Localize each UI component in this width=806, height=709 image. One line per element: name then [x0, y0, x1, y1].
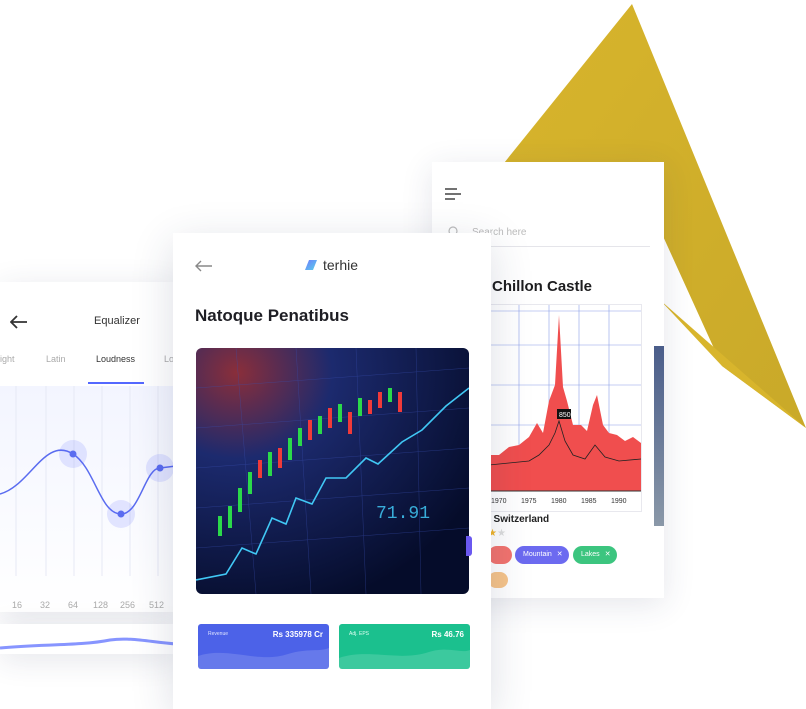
stat-card-revenue[interactable]: Revenue Rs 335978 Cr [198, 624, 329, 669]
freq-32: 32 [40, 600, 51, 610]
xtick-1985: 1985 [581, 498, 597, 505]
side-image [654, 346, 664, 526]
location-text: , Switzerland [488, 514, 550, 525]
tab-loudness[interactable]: Loudness [96, 354, 135, 364]
app-logo-text: terhie [323, 257, 359, 273]
freq-128: 128 [93, 600, 109, 610]
stat-label-eps: Adj. EPS [349, 631, 370, 637]
equalizer-card: Equalizer ight Latin Loudness Lo 16 32 6… [0, 282, 176, 612]
tag-chip-orange[interactable] [488, 572, 508, 588]
equalizer-title: Equalizer [94, 315, 140, 327]
back-arrow-icon[interactable] [195, 260, 213, 272]
tag-lakes[interactable]: Lakes ✕ [573, 546, 617, 564]
stat-card-eps[interactable]: Adj. EPS Rs 46.76 [339, 624, 470, 669]
xtick-1990: 1990 [611, 498, 627, 505]
close-icon[interactable]: ✕ [557, 551, 563, 558]
freq-256: 256 [120, 600, 136, 610]
xtick-1980: 1980 [551, 498, 567, 505]
chart-badge: 850 [559, 412, 571, 419]
tag-chip-red[interactable] [488, 546, 512, 564]
close-icon[interactable]: ✕ [605, 551, 611, 558]
freq-16: 16 [12, 600, 23, 610]
stock-hero-image: 71.91 [196, 348, 469, 594]
tab-latin[interactable]: Latin [46, 354, 66, 364]
tab-light[interactable]: ight [0, 354, 15, 364]
chart-image: 850 1970 1975 1980 1985 1990 [488, 304, 642, 512]
xtick-1975: 1975 [521, 498, 537, 505]
accent-edge [466, 536, 472, 556]
tag-mountain-label: Mountain [523, 551, 552, 558]
freq-512: 512 [149, 600, 165, 610]
freq-64: 64 [68, 600, 79, 610]
menu-icon[interactable] [444, 187, 462, 201]
stat-value-eps: Rs 46.76 [431, 630, 464, 639]
equalizer-card-bottom [0, 624, 176, 654]
tab-underline [88, 382, 144, 384]
place-title: Chillon Castle [492, 278, 593, 295]
tag-mountain[interactable]: Mountain ✕ [515, 546, 569, 564]
stat-value-revenue: Rs 335978 Cr [272, 630, 323, 639]
back-arrow-icon[interactable] [10, 315, 28, 329]
terhie-logo-icon [305, 260, 317, 270]
page-title: Natoque Penatibus [195, 306, 349, 325]
hero-number: 71.91 [376, 504, 430, 524]
equalizer-curve [0, 386, 176, 612]
stat-label-revenue: Revenue [208, 631, 229, 637]
main-card: terhie Natoque Penatibus 71.91 Revenue R… [173, 233, 491, 709]
xtick-1970: 1970 [491, 498, 507, 505]
tag-lakes-label: Lakes [581, 551, 600, 558]
